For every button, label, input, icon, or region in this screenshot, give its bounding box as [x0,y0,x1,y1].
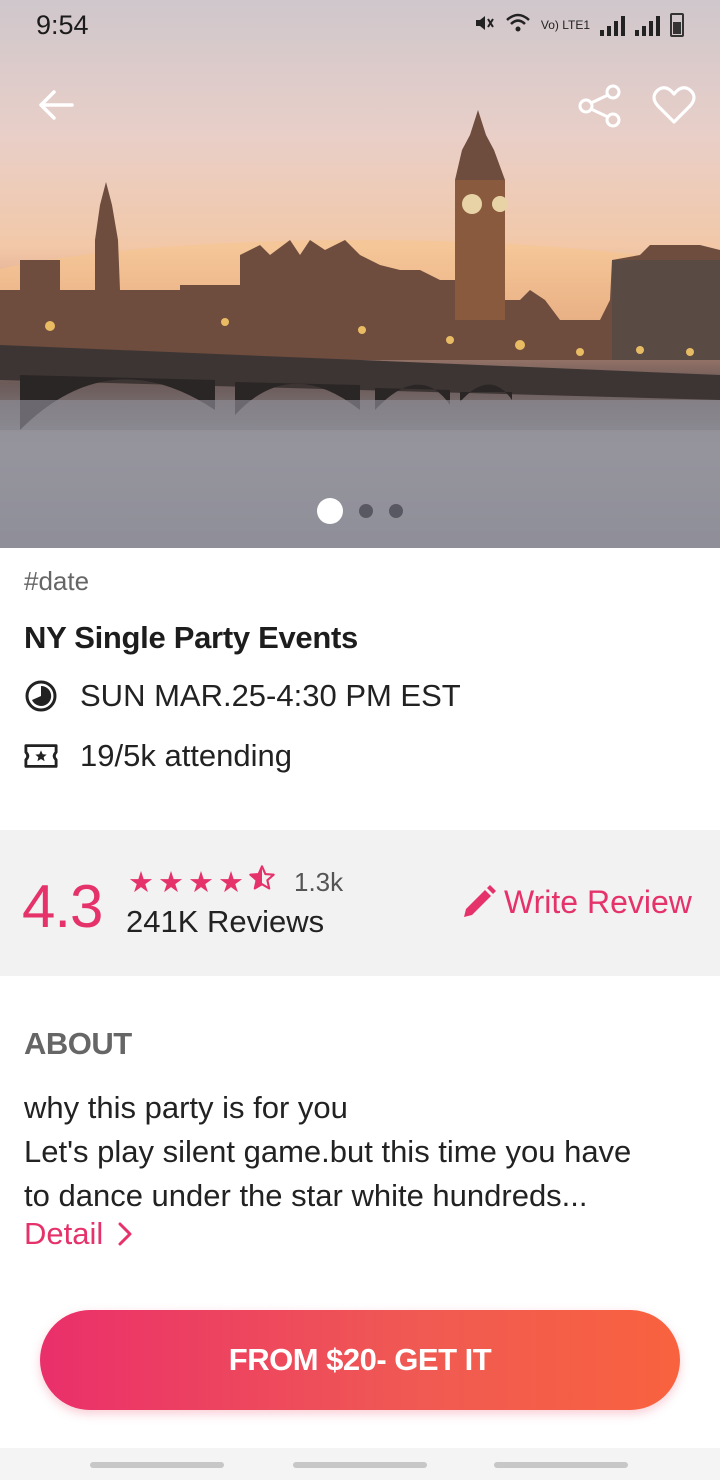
battery-icon [670,13,684,37]
star-filled-icon: ★ [158,866,184,899]
clock-icon [24,679,58,713]
write-review-button[interactable]: Write Review [460,884,692,921]
carousel-dot[interactable] [389,504,403,518]
carousel-dot[interactable] [359,504,373,518]
share-button[interactable] [574,82,626,130]
signal-2-icon [635,14,660,36]
mute-icon [473,12,495,39]
signal-1-icon [600,14,625,36]
get-ticket-label: FROM $20- GET IT [228,1342,492,1377]
about-heading: ABOUT [24,1026,132,1061]
wifi-icon [505,12,531,39]
detail-label: Detail [24,1216,104,1251]
about-description: why this party is for you Let's play sil… [24,1086,704,1218]
event-attending: 19/5k attending [80,738,293,773]
star-filled-icon: ★ [218,866,244,899]
rating-stars: ★ ★ ★ ★ 1.3k [128,864,343,900]
status-time: 9:54 [36,9,89,40]
status-icons: Vo) LTE1 [473,12,684,39]
star-filled-icon: ★ [128,866,154,899]
event-datetime-row: SUN MAR.25-4:30 PM EST [24,678,461,714]
nav-handle[interactable] [90,1462,224,1468]
hero-image: 9:54 Vo) LTE1 [0,0,720,548]
rating-section: 4.3 ★ ★ ★ ★ 1.3k 241K Reviews Write Revi… [0,830,720,976]
network-label: Vo) LTE1 [540,18,590,32]
event-title: NY Single Party Events [24,620,358,655]
star-half-icon [248,864,276,900]
star-filled-icon: ★ [188,866,214,899]
chevron-right-icon [118,1222,132,1246]
rating-count: 1.3k [294,866,344,897]
write-review-label: Write Review [504,884,692,920]
back-button[interactable] [30,82,82,128]
system-nav-bar [0,1448,720,1480]
favorite-button[interactable] [648,80,700,130]
about-line: to dance under the star white hundreds..… [24,1178,588,1213]
event-tag[interactable]: #date [24,566,89,597]
detail-link[interactable]: Detail [24,1216,133,1252]
about-line: Let's play silent game.but this time you… [24,1134,632,1169]
carousel-indicator [0,498,720,524]
nav-handle[interactable] [494,1462,628,1468]
arrow-left-icon [39,90,74,120]
carousel-dot[interactable] [317,498,343,524]
pencil-icon [464,884,496,917]
rating-score: 4.3 [22,873,103,940]
status-bar: 9:54 Vo) LTE1 [0,0,720,50]
reviews-count[interactable]: 241K Reviews [126,904,324,940]
nav-handle[interactable] [293,1462,427,1468]
event-attending-row: 19/5k attending [24,738,292,774]
get-ticket-button[interactable]: FROM $20- GET IT [40,1310,680,1410]
event-datetime: SUN MAR.25-4:30 PM EST [80,678,461,713]
ticket-icon [24,739,58,773]
heart-outline-icon [652,86,696,124]
about-line: why this party is for you [24,1090,348,1125]
share-icon [578,84,621,128]
